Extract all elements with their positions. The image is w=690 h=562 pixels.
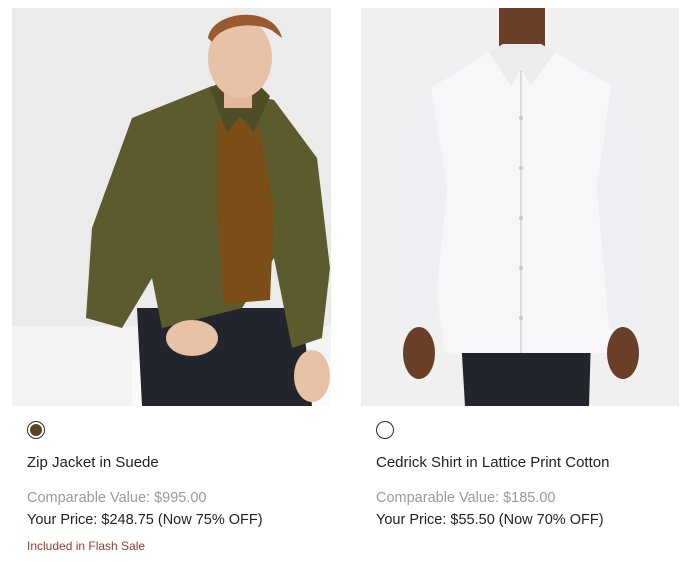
product-name[interactable]: Cedrick Shirt in Lattice Print Cotton (376, 454, 609, 471)
product-card[interactable]: Zip Jacket in Suede Comparable Value: $9… (12, 8, 331, 553)
color-swatch[interactable] (376, 421, 394, 439)
your-price: Your Price: $248.75 (Now 75% OFF) (27, 512, 263, 528)
swatch-fill (30, 424, 42, 436)
comparable-value: Comparable Value: $185.00 (376, 490, 556, 506)
product-image[interactable] (361, 8, 679, 406)
swatch-fill (379, 424, 391, 436)
your-price: Your Price: $55.50 (Now 70% OFF) (376, 512, 604, 528)
comparable-value: Comparable Value: $995.00 (27, 490, 207, 506)
product-photo-shirt (361, 8, 679, 406)
product-name[interactable]: Zip Jacket in Suede (27, 454, 159, 471)
product-photo-jacket (12, 8, 331, 406)
flash-sale-badge: Included in Flash Sale (27, 539, 146, 553)
color-swatch[interactable] (27, 421, 45, 439)
product-card[interactable]: Cedrick Shirt in Lattice Print Cotton Co… (361, 8, 679, 528)
product-image[interactable] (12, 8, 331, 406)
